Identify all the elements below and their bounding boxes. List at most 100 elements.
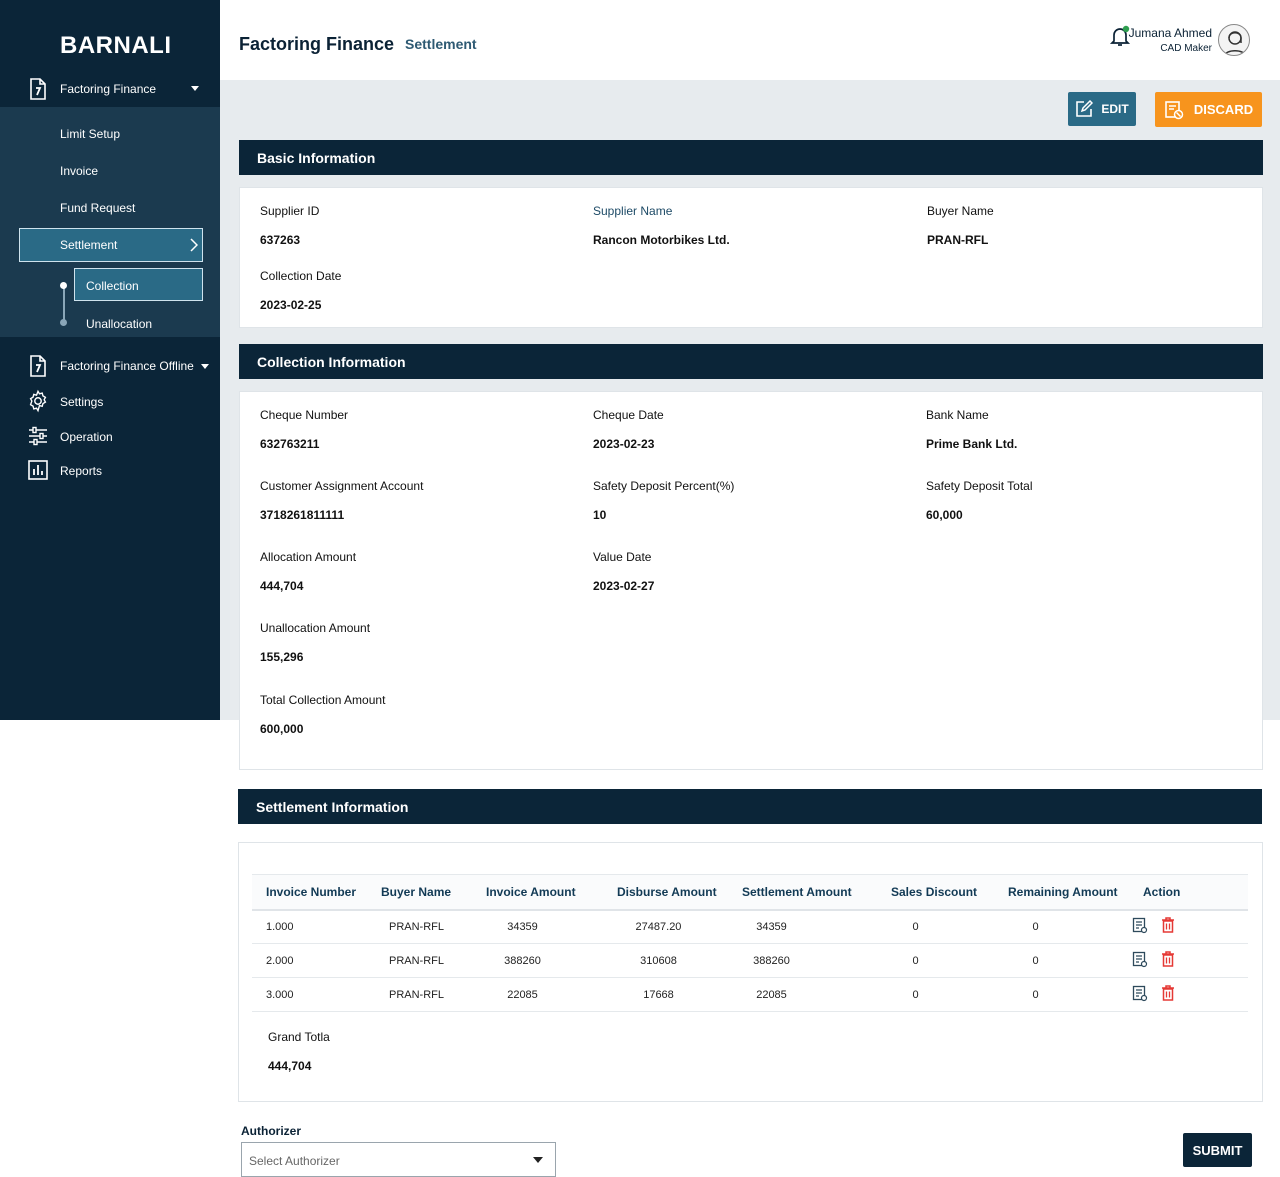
buyer-name-cell: PRAN-RFL xyxy=(367,977,471,1012)
discard-button[interactable]: DISCARD xyxy=(1155,92,1262,127)
basic-info-heading: Basic Information xyxy=(239,140,1263,175)
disburse-amount-cell: 310608 xyxy=(602,943,727,978)
table-row: 3.000 PRAN-RFL 22085 17668 22085 0 0 xyxy=(252,977,1248,1012)
invoice-number-cell: 3.000 xyxy=(252,977,367,1012)
authorizer-label: Authorizer xyxy=(241,1124,301,1138)
page-subtitle: Settlement xyxy=(405,36,477,52)
customer-account-value: 3718261811111 xyxy=(260,508,345,522)
supplier-id-label: Supplier ID xyxy=(260,204,320,218)
avatar[interactable] xyxy=(1218,24,1250,56)
view-details-icon[interactable] xyxy=(1132,985,1148,1005)
trash-icon[interactable] xyxy=(1161,985,1175,1004)
trash-icon[interactable] xyxy=(1161,917,1175,936)
cheque-number-label: Cheque Number xyxy=(260,408,349,422)
sidebar-item-factoring-finance-offline[interactable]: Factoring Finance Offline xyxy=(0,352,220,380)
unallocation-amount-value: 155,296 xyxy=(260,650,304,664)
sidebar-item-unallocation[interactable]: Unallocation xyxy=(86,317,152,331)
edit-icon xyxy=(1076,100,1094,117)
collection-info-heading: Collection Information xyxy=(239,344,1263,379)
caret-down-icon xyxy=(533,1157,543,1163)
sidebar-item-collection[interactable]: Collection xyxy=(74,268,203,301)
tree-node-active xyxy=(60,282,67,289)
collection-date-value: 2023-02-25 xyxy=(260,298,322,312)
sidebar-item-label: Factoring Finance Offline xyxy=(60,359,194,373)
unallocation-amount-label: Unallocation Amount xyxy=(260,621,371,635)
safety-deposit-total-value: 60,000 xyxy=(926,508,963,522)
disburse-amount-cell: 17668 xyxy=(602,977,727,1012)
buyer-name-value: PRAN-RFL xyxy=(927,233,989,247)
value-date-label: Value Date xyxy=(593,550,652,564)
remaining-amount-cell: 0 xyxy=(993,977,1128,1012)
safety-deposit-total-label: Safety Deposit Total xyxy=(926,479,1033,493)
invoice-number-cell: 2.000 xyxy=(252,943,367,978)
grand-total-label: Grand Totla xyxy=(268,1030,330,1044)
cheque-number-value: 632763211 xyxy=(260,437,320,451)
column-header: Invoice Amount xyxy=(471,874,602,911)
buyer-name-cell: PRAN-RFL xyxy=(367,909,471,944)
column-header: Disburse Amount xyxy=(602,874,727,911)
table-row: 1.000 PRAN-RFL 34359 27487.20 34359 0 0 xyxy=(252,909,1248,944)
invoice-amount-cell: 388260 xyxy=(471,943,602,978)
view-details-icon[interactable] xyxy=(1132,951,1148,971)
edit-button-label: EDIT xyxy=(1101,102,1129,116)
settlement-table: Invoice Number Buyer Name Invoice Amount… xyxy=(252,874,1248,1012)
bank-name-value: Prime Bank Ltd. xyxy=(926,437,1018,451)
authorizer-placeholder: Select Authorizer xyxy=(249,1154,340,1168)
column-header: Buyer Name xyxy=(367,874,471,911)
sales-discount-cell: 0 xyxy=(876,977,993,1012)
settlement-amount-cell: 388260 xyxy=(727,943,876,978)
collection-info-card: Cheque Number 632763211 Cheque Date 2023… xyxy=(239,391,1263,770)
sidebar-item-operation[interactable]: Operation xyxy=(0,424,220,450)
caret-down-icon xyxy=(201,364,209,369)
sidebar-item-settlement[interactable]: Settlement xyxy=(19,228,203,262)
brand-logo: BARNALI xyxy=(60,32,172,59)
sidebar-item-settings[interactable]: Settings xyxy=(0,389,220,415)
top-header: Factoring Finance Settlement Jumana Ahme… xyxy=(220,0,1280,80)
sidebar-item-reports[interactable]: Reports xyxy=(0,458,220,484)
action-cell xyxy=(1128,909,1248,944)
invoice-amount-cell: 34359 xyxy=(471,909,602,944)
submit-button[interactable]: SUBMIT xyxy=(1183,1133,1252,1167)
sidebar-item-label: Reports xyxy=(60,464,103,478)
settlement-amount-cell: 22085 xyxy=(727,977,876,1012)
sidebar-item-limit-setup[interactable]: Limit Setup xyxy=(60,127,120,141)
cheque-date-label: Cheque Date xyxy=(593,408,664,422)
bar-chart-icon xyxy=(27,459,49,481)
user-name: Jumana Ahmed xyxy=(1128,26,1212,40)
sidebar-item-label: Factoring Finance xyxy=(60,82,157,96)
collection-date-label: Collection Date xyxy=(260,269,342,283)
safety-deposit-percent-value: 10 xyxy=(593,508,607,522)
remaining-amount-cell: 0 xyxy=(993,943,1128,978)
action-cell xyxy=(1128,943,1248,978)
column-header: Sales Discount xyxy=(876,874,993,911)
table-header-row: Invoice Number Buyer Name Invoice Amount… xyxy=(252,874,1248,911)
document-icon xyxy=(27,78,49,100)
safety-deposit-percent-label: Safety Deposit Percent(%) xyxy=(593,479,735,493)
edit-button[interactable]: EDIT xyxy=(1068,92,1136,126)
caret-down-icon xyxy=(191,86,199,91)
sidebar-item-fund-request[interactable]: Fund Request xyxy=(60,201,135,215)
sidebar-item-factoring-finance[interactable]: Factoring Finance xyxy=(0,72,220,106)
sidebar-item-invoice[interactable]: Invoice xyxy=(60,164,98,178)
basic-info-card: Supplier ID 637263 Supplier Name Rancon … xyxy=(239,187,1263,328)
sidebar-item-label: Settlement xyxy=(60,238,118,252)
supplier-name-value: Rancon Motorbikes Ltd. xyxy=(593,233,730,247)
view-details-icon[interactable] xyxy=(1132,917,1148,937)
invoice-amount-cell: 22085 xyxy=(471,977,602,1012)
column-header: Settlement Amount xyxy=(727,874,876,911)
disburse-amount-cell: 27487.20 xyxy=(602,909,727,944)
bank-name-label: Bank Name xyxy=(926,408,989,422)
value-date-value: 2023-02-27 xyxy=(593,579,655,593)
tree-node xyxy=(60,319,67,326)
sales-discount-cell: 0 xyxy=(876,943,993,978)
sidebar-item-label: Collection xyxy=(86,279,139,293)
trash-icon[interactable] xyxy=(1161,951,1175,970)
page-title: Factoring Finance xyxy=(239,34,395,54)
allocation-amount-label: Allocation Amount xyxy=(260,550,357,564)
action-cell xyxy=(1128,977,1248,1012)
user-role: CAD Maker xyxy=(1160,43,1212,54)
grand-total-value: 444,704 xyxy=(268,1059,312,1073)
discard-icon xyxy=(1165,100,1184,119)
authorizer-select[interactable]: Select Authorizer xyxy=(241,1142,556,1177)
cheque-date-value: 2023-02-23 xyxy=(593,437,655,451)
